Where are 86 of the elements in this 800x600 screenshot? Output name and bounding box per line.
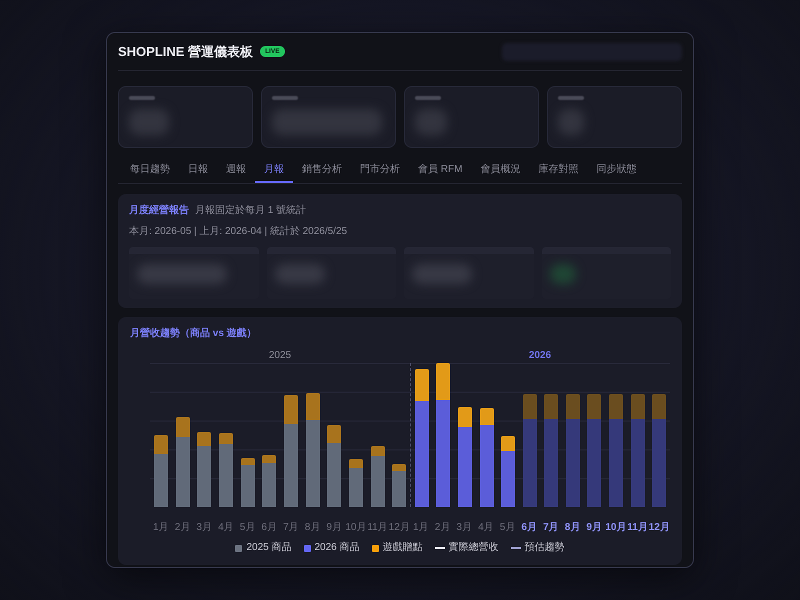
game-revenue-bar	[327, 425, 342, 443]
month-label: 6月	[261, 521, 277, 535]
dashboard-title: SHOPLINE 營運儀表板	[118, 44, 254, 60]
game-revenue-bar	[652, 394, 666, 419]
month-label: 4月	[218, 521, 234, 535]
tab[interactable]: 同步狀態	[587, 160, 646, 183]
product-revenue-bar	[218, 444, 233, 507]
blurred-label	[415, 96, 441, 100]
game-revenue-bar	[587, 394, 602, 419]
month-label: 5月	[240, 521, 256, 535]
game-revenue-bar	[306, 393, 320, 420]
blurred-label	[558, 96, 584, 100]
game-revenue-bar	[262, 455, 276, 463]
month-label: 7月	[543, 521, 559, 535]
product-revenue-bar	[501, 451, 516, 507]
month-label: 10月	[345, 521, 366, 535]
product-revenue-bar	[240, 465, 255, 507]
product-revenue-bar	[370, 456, 385, 507]
game-revenue-bar	[392, 464, 406, 471]
month-label: 4月	[478, 521, 494, 535]
tab[interactable]: 會員 RFM	[409, 160, 472, 183]
tab[interactable]: 日報	[179, 160, 217, 183]
legend-label: 2026 商品	[314, 541, 360, 555]
month-label: 11月	[367, 521, 388, 535]
blurred-label	[129, 96, 155, 100]
tab[interactable]: 門市分析	[351, 160, 409, 183]
month-label: 3月	[196, 521, 212, 535]
month-label: 8月	[304, 521, 320, 535]
month-label: 1月	[413, 521, 429, 535]
game-revenue-bar	[544, 394, 558, 419]
month-label: 2月	[174, 521, 190, 535]
month-label: 3月	[456, 521, 472, 535]
game-revenue-bar	[608, 394, 623, 419]
report-subtitle: 月報固定於每月 1 號統計	[195, 204, 306, 218]
game-revenue-bar	[501, 436, 516, 451]
game-revenue-bar	[240, 458, 255, 465]
product-revenue-bar	[348, 468, 363, 507]
month-label: 12月	[388, 521, 410, 535]
tab[interactable]: 週報	[217, 160, 255, 183]
game-revenue-bar	[348, 459, 363, 468]
game-revenue-bar	[436, 363, 450, 400]
game-revenue-bar	[458, 407, 472, 427]
game-revenue-bar	[218, 433, 233, 444]
month-label: 5月	[500, 521, 516, 535]
game-revenue-bar	[630, 394, 645, 419]
year-label: 2026	[528, 349, 552, 363]
month-label: 8月	[564, 521, 580, 535]
game-revenue-bar	[414, 369, 429, 401]
product-revenue-bar	[176, 437, 190, 507]
chart-title: 月營收趨勢（商品 vs 遊戲）	[130, 327, 257, 341]
game-revenue-bar	[284, 395, 298, 424]
month-label: 10月	[605, 521, 626, 535]
month-label: 9月	[586, 521, 602, 535]
product-revenue-bar	[262, 463, 276, 507]
month-label: 11月	[627, 521, 648, 535]
blurred-label	[272, 96, 298, 100]
tab[interactable]: 月報	[255, 160, 293, 183]
year-label: 2025	[268, 349, 292, 363]
month-label: 7月	[283, 521, 299, 535]
game-revenue-bar	[197, 432, 212, 446]
legend-label: 預估趨勢	[524, 541, 565, 555]
game-revenue-bar	[176, 417, 190, 437]
game-revenue-bar	[480, 408, 494, 425]
product-revenue-bar	[392, 471, 406, 507]
month-label: 6月	[521, 521, 537, 535]
product-revenue-bar	[154, 454, 168, 507]
month-label: 1月	[153, 521, 169, 535]
legend-label: 實際總營收	[448, 541, 499, 555]
report-period-text: 本月: 2026-05 | 上月: 2026-04 | 統計於 2026/5/25	[129, 225, 348, 239]
tab[interactable]: 每日趨勢	[121, 160, 179, 183]
game-revenue-bar	[522, 394, 537, 419]
report-title: 月度經營報告	[129, 204, 189, 218]
month-label: 12月	[648, 521, 670, 535]
legend-label: 2025 商品	[246, 541, 292, 555]
tab[interactable]: 庫存對照	[529, 160, 588, 183]
game-revenue-bar	[370, 446, 385, 456]
product-revenue-bar	[197, 446, 212, 507]
month-label: 2月	[434, 521, 450, 535]
tab[interactable]: 銷售分析	[293, 160, 351, 183]
game-revenue-bar	[566, 394, 580, 419]
dashed-line-icon	[510, 547, 521, 549]
game-revenue-bar	[154, 435, 168, 454]
tab[interactable]: 會員概況	[471, 160, 530, 183]
month-label: 9月	[326, 521, 342, 535]
legend-label: 遊戲贈點	[382, 541, 423, 555]
product-revenue-bar	[327, 443, 342, 507]
